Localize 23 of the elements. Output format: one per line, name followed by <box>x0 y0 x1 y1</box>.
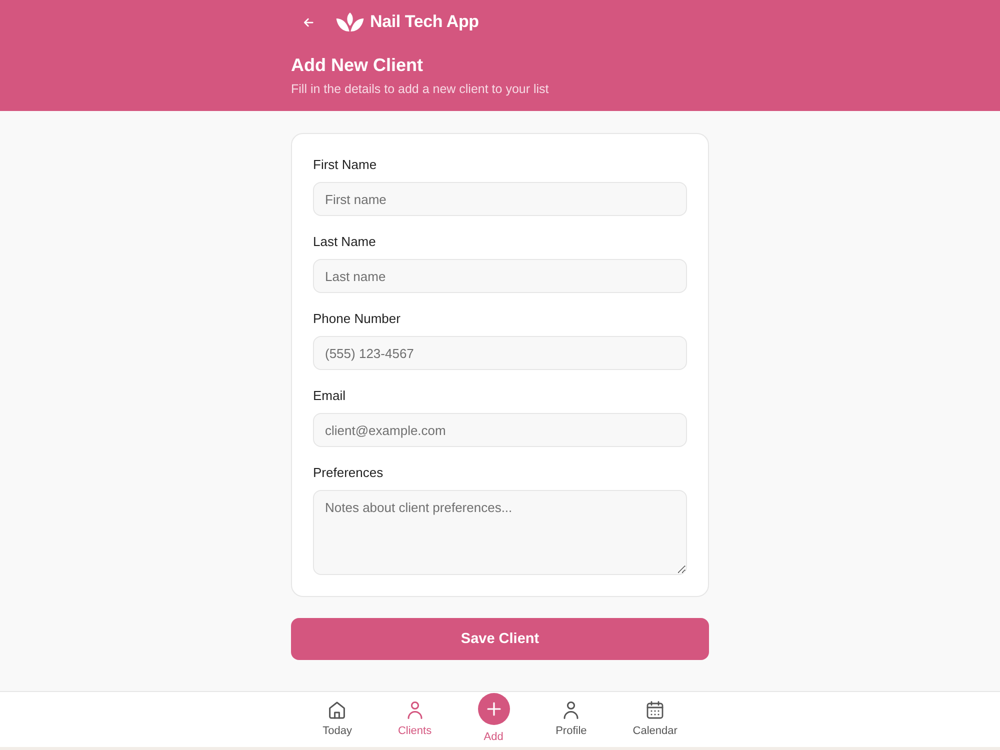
lotus-logo-icon <box>336 12 364 32</box>
nav-tab[interactable]: Clients <box>386 692 444 738</box>
input-field[interactable]: First name <box>313 182 687 216</box>
app-name: Nail Tech App <box>370 12 479 32</box>
page-title: Add New Client <box>291 54 424 76</box>
page-subtitle: Fill in the details to add a new client to your list <box>291 81 550 98</box>
nav-tab[interactable]: Today <box>310 692 364 738</box>
input-field[interactable]: (555) 123-4567 <box>313 336 687 370</box>
textarea-field[interactable]: Notes about client preferences... <box>313 490 687 575</box>
input-field[interactable]: Last name <box>313 259 687 293</box>
field-label: Preferences <box>313 464 384 482</box>
input-field[interactable]: client@example.com <box>313 413 687 447</box>
field-label: Email <box>313 387 347 405</box>
field-label: First Name <box>313 156 378 174</box>
field-label: Last Name <box>313 233 377 251</box>
save-client-button[interactable]: Save Client <box>291 618 709 660</box>
back-arrow-icon[interactable] <box>303 16 314 28</box>
field-label: Phone Number <box>313 310 402 328</box>
nav-tab[interactable]: Calendar <box>620 692 690 738</box>
calendar-icon <box>645 700 666 720</box>
nav-tab[interactable]: Profile <box>544 692 599 738</box>
add-button[interactable]: Add <box>466 692 522 744</box>
home-icon <box>327 700 348 720</box>
